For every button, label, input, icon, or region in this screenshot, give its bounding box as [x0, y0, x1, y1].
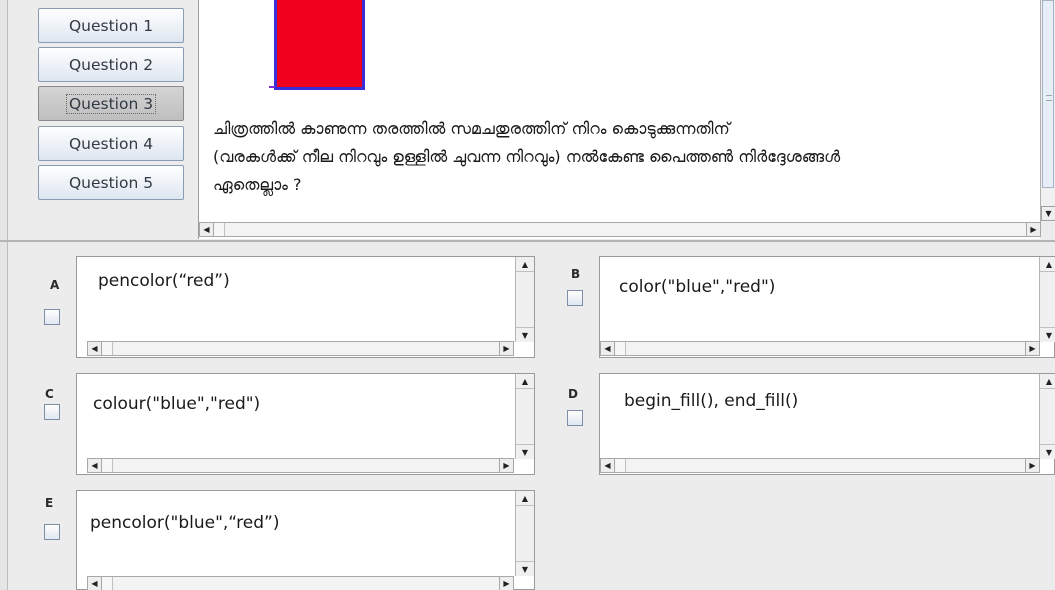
option-a-text[interactable]: pencolor(“red”) — [77, 257, 517, 341]
option-c-letter: C — [45, 387, 54, 401]
question-nav: Question 1 Question 2 Question 3 Questio… — [22, 0, 202, 240]
left-window-edge — [0, 0, 8, 590]
scroll-down-icon[interactable]: ▼ — [516, 444, 534, 459]
option-a-hscrollbar[interactable]: ◀ ▶ — [87, 341, 514, 356]
scroll-right-icon[interactable]: ▶ — [1025, 342, 1039, 355]
option-d-vscrollbar[interactable]: ▲ ▼ — [1039, 374, 1055, 459]
scroll-up-icon[interactable]: ▲ — [1040, 374, 1055, 389]
option-e-text[interactable]: pencolor("blue",“red”) — [77, 491, 517, 575]
scroll-right-icon[interactable]: ▶ — [499, 577, 513, 590]
option-c-checkbox[interactable] — [44, 404, 60, 420]
question-5-button[interactable]: Question 5 — [38, 165, 184, 200]
scroll-left-icon[interactable]: ◀ — [88, 577, 102, 590]
option-b-box: color("blue","red") ▲ ▼ ◀ ▶ — [599, 256, 1055, 358]
option-b-hscrollbar[interactable]: ◀ ▶ — [600, 341, 1040, 356]
question-text: ചിത്രത്തിൽ കാണുന്ന തരത്തിൽ സമചതുരത്തിന് … — [213, 115, 1033, 199]
scroll-up-icon[interactable]: ▲ — [516, 374, 534, 389]
option-b-checkbox[interactable] — [567, 290, 583, 306]
scroll-down-icon[interactable]: ▼ — [1040, 444, 1055, 459]
split-divider[interactable] — [0, 240, 1055, 242]
scroll-left-icon[interactable]: ◀ — [88, 342, 102, 355]
scroll-up-icon[interactable]: ▲ — [1040, 257, 1055, 272]
option-a-box: pencolor(“red”) ▲ ▼ ◀ ▶ — [76, 256, 535, 358]
option-e-hscrollbar[interactable]: ◀ ▶ — [87, 576, 514, 590]
question-2-button[interactable]: Question 2 — [38, 47, 184, 82]
option-a-letter: A — [50, 278, 60, 292]
question-hscrollbar[interactable]: ◀ ▶ — [199, 222, 1041, 237]
option-d-letter: D — [568, 387, 578, 401]
option-c-box: colour("blue","red") ▲ ▼ ◀ ▶ — [76, 373, 535, 475]
question-4-button[interactable]: Question 4 — [38, 126, 184, 161]
option-e-letter: E — [45, 496, 54, 510]
option-a-vscrollbar[interactable]: ▲ ▼ — [515, 257, 534, 342]
scroll-down-icon[interactable]: ▼ — [1041, 206, 1055, 221]
scroll-left-icon[interactable]: ◀ — [601, 459, 615, 472]
option-d-checkbox[interactable] — [567, 410, 583, 426]
scroll-down-icon[interactable]: ▼ — [516, 561, 534, 576]
option-b-letter: B — [571, 267, 581, 281]
question-content: ചിത്രത്തിൽ കാണുന്ന തരത്തിൽ സമചതുരത്തിന് … — [199, 0, 1041, 222]
question-figure-mark — [269, 86, 275, 88]
option-c-vscrollbar[interactable]: ▲ ▼ — [515, 374, 534, 459]
option-e-box: pencolor("blue",“red”) ▲ ▼ ◀ ▶ — [76, 490, 535, 590]
scroll-right-icon[interactable]: ▶ — [499, 459, 513, 472]
scroll-left-icon[interactable]: ◀ — [88, 459, 102, 472]
option-d-box: begin_fill(), end_fill() ▲ ▼ ◀ ▶ — [599, 373, 1055, 475]
question-figure-square — [274, 0, 365, 90]
question-panel: ചിത്രത്തിൽ കാണുന്ന തരത്തിൽ സമചതുരത്തിന് … — [198, 0, 1041, 239]
option-e-vscrollbar[interactable]: ▲ ▼ — [515, 491, 534, 576]
question-text-line-1: ചിത്രത്തിൽ കാണുന്ന തരത്തിൽ സമചതുരത്തിന് … — [213, 119, 730, 138]
scroll-right-icon[interactable]: ▶ — [499, 342, 513, 355]
option-c-text[interactable]: colour("blue","red") — [77, 374, 517, 458]
option-d-hscrollbar[interactable]: ◀ ▶ — [600, 458, 1040, 473]
question-text-line-3: ഏതെല്ലാം ? — [213, 175, 302, 194]
scroll-left-icon[interactable]: ◀ — [200, 223, 214, 236]
question-text-line-2: (വരകൾക്ക് നീല നിറവും ഉള്ളിൽ ചുവന്ന നിറവു… — [213, 147, 841, 166]
question-vscrollbar[interactable]: ▼ — [1040, 0, 1055, 222]
question-1-button[interactable]: Question 1 — [38, 8, 184, 43]
question-hscroll-thumb[interactable] — [215, 223, 225, 236]
scroll-up-icon[interactable]: ▲ — [516, 491, 534, 506]
question-5-label: Question 5 — [68, 173, 154, 192]
question-vscroll-thumb[interactable] — [1042, 0, 1054, 188]
question-4-label: Question 4 — [68, 134, 154, 153]
scroll-up-icon[interactable]: ▲ — [516, 257, 534, 272]
option-b-text[interactable]: color("blue","red") — [600, 257, 1040, 341]
scroll-left-icon[interactable]: ◀ — [601, 342, 615, 355]
option-b-vscrollbar[interactable]: ▲ ▼ — [1039, 257, 1055, 342]
option-c-hscrollbar[interactable]: ◀ ▶ — [87, 458, 514, 473]
option-d-text[interactable]: begin_fill(), end_fill() — [600, 374, 1040, 458]
scroll-right-icon[interactable]: ▶ — [1025, 459, 1039, 472]
question-1-label: Question 1 — [68, 16, 154, 35]
scroll-down-icon[interactable]: ▼ — [516, 327, 534, 342]
option-e-checkbox[interactable] — [44, 524, 60, 540]
question-2-label: Question 2 — [68, 55, 154, 74]
question-3-button[interactable]: Question 3 — [38, 86, 184, 121]
scroll-right-icon[interactable]: ▶ — [1026, 223, 1040, 236]
question-3-label: Question 3 — [65, 93, 157, 114]
scroll-down-icon[interactable]: ▼ — [1040, 327, 1055, 342]
option-a-checkbox[interactable] — [44, 309, 60, 325]
